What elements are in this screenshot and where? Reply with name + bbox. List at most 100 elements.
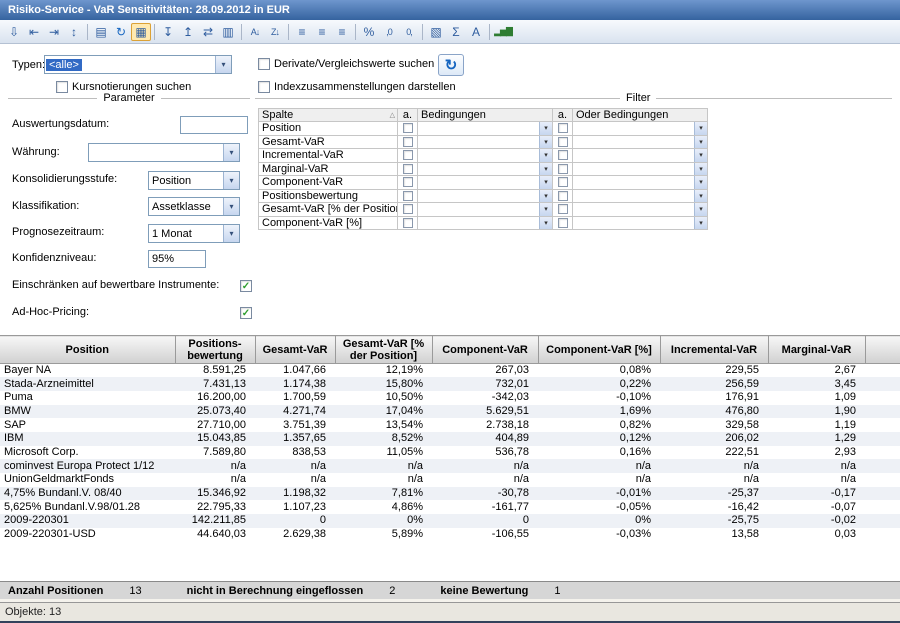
filter-oder-select[interactable]: ▾ <box>573 149 708 163</box>
filter-and-checkbox[interactable] <box>398 176 418 190</box>
konsolidierungsstufe-select[interactable]: Position ▾ <box>148 171 240 190</box>
delete-row-icon[interactable]: ↥ <box>178 23 198 41</box>
percent-format-icon[interactable]: % <box>359 23 379 41</box>
filter-header-and2[interactable]: a. <box>553 108 573 122</box>
filter-oder-checkbox[interactable] <box>553 176 573 190</box>
filter-spalte-cell[interactable]: Component-VaR [%] <box>258 217 398 231</box>
waehrung-select[interactable]: ▾ <box>88 143 240 162</box>
filter-oder-select[interactable]: ▾ <box>573 217 708 231</box>
filter-oder-select[interactable]: ▾ <box>573 176 708 190</box>
titlebar[interactable]: Risiko-Service - VaR Sensitivitäten: 28.… <box>0 0 900 20</box>
table-row[interactable]: Microsoft Corp.7.589,80838,5311,05%536,7… <box>0 446 900 460</box>
filter-bedingungen-select[interactable]: ▾ <box>418 176 553 190</box>
table-row[interactable]: cominvest Europa Protect 1/12n/an/an/an/… <box>0 459 900 473</box>
table-row[interactable]: Puma16.200,001.700,5910,50%-342,03-0,10%… <box>0 391 900 405</box>
filter-spalte-cell[interactable]: Gesamt-VaR <box>258 136 398 150</box>
table-row[interactable]: BMW25.073,404.271,7417,04%5.629,511,69%4… <box>0 405 900 419</box>
filter-bedingungen-select[interactable]: ▾ <box>418 149 553 163</box>
filter-spalte-cell[interactable]: Gesamt-VaR [% der Position] <box>258 203 398 217</box>
filter-header-oder[interactable]: Oder Bedingungen <box>573 108 708 122</box>
increase-decimal-icon[interactable]: ,0 <box>379 23 399 41</box>
filter-and-checkbox[interactable] <box>398 149 418 163</box>
align-right-icon[interactable]: ≡ <box>332 23 352 41</box>
filter-spalte-cell[interactable]: Position <box>258 122 398 136</box>
adhoc-pricing-checkbox[interactable] <box>240 307 252 319</box>
decrease-decimal-icon[interactable]: 0, <box>399 23 419 41</box>
klassifikation-select[interactable]: Assetklasse ▾ <box>148 197 240 216</box>
filter-oder-select[interactable]: ▾ <box>573 163 708 177</box>
derivate-checkbox[interactable]: Derivate/Vergleichswerte suchen <box>258 58 434 70</box>
refresh-button[interactable]: ↻ <box>438 54 464 76</box>
filter-oder-checkbox[interactable] <box>553 190 573 204</box>
filter-oder-checkbox[interactable] <box>553 163 573 177</box>
filter-oder-select[interactable]: ▾ <box>573 190 708 204</box>
column-header[interactable]: Marginal-VaR <box>768 336 865 364</box>
table-row[interactable]: SAP27.710,003.751,3913,54%2.738,180,82%3… <box>0 418 900 432</box>
table-row[interactable]: 2009-220301-USD44.640,032.629,385,89%-10… <box>0 528 900 542</box>
column-header[interactable]: Gesamt-VaR <box>255 336 335 364</box>
filter-bedingungen-select[interactable]: ▾ <box>418 217 553 231</box>
filter-oder-select[interactable]: ▾ <box>573 203 708 217</box>
filter-and-checkbox[interactable] <box>398 122 418 136</box>
table-row[interactable]: Bayer NA8.591,251.047,6612,19%267,030,08… <box>0 364 900 378</box>
align-center-icon[interactable]: ≡ <box>312 23 332 41</box>
filter-oder-select[interactable]: ▾ <box>573 122 708 136</box>
filter-bedingungen-select[interactable]: ▾ <box>418 122 553 136</box>
column-header[interactable]: Component-VaR <box>432 336 538 364</box>
filter-header-bedingungen[interactable]: Bedingungen <box>418 108 553 122</box>
swap-columns-icon[interactable]: ⇄ <box>198 23 218 41</box>
filter-bedingungen-select[interactable]: ▾ <box>418 190 553 204</box>
filter-oder-checkbox[interactable] <box>553 149 573 163</box>
group-icon[interactable]: ▧ <box>426 23 446 41</box>
typen-select[interactable]: <alle> ▾ <box>44 55 232 74</box>
filter-spalte-cell[interactable]: Positionsbewertung <box>258 190 398 204</box>
filter-and-checkbox[interactable] <box>398 190 418 204</box>
filter-and-checkbox[interactable] <box>398 136 418 150</box>
filter-and-checkbox[interactable] <box>398 217 418 231</box>
filter-table-icon[interactable]: ▦ <box>131 23 151 41</box>
insert-row-icon[interactable]: ↧ <box>158 23 178 41</box>
font-icon[interactable]: A <box>466 23 486 41</box>
table-row[interactable]: 5,625% Bundanl.V.98/01.2822.795,331.107,… <box>0 500 900 514</box>
shrink-columns-icon[interactable]: ⇤ <box>24 23 44 41</box>
filter-oder-checkbox[interactable] <box>553 122 573 136</box>
layout-icon[interactable]: ▤ <box>91 23 111 41</box>
konfidenzniveau-input[interactable] <box>148 250 206 268</box>
filter-header-and1[interactable]: a. <box>398 108 418 122</box>
sort-ascending-icon[interactable]: A↓ <box>245 23 265 41</box>
table-row[interactable]: UnionGeldmarktFondsn/an/an/an/an/an/an/a <box>0 473 900 487</box>
filter-spalte-cell[interactable]: Incremental-VaR <box>258 149 398 163</box>
fit-width-icon[interactable]: ⇥ <box>44 23 64 41</box>
column-header[interactable]: Component-VaR [%] <box>538 336 660 364</box>
filter-and-checkbox[interactable] <box>398 163 418 177</box>
sort-descending-icon[interactable]: Z↓ <box>265 23 285 41</box>
export-icon[interactable]: ⇩ <box>4 23 24 41</box>
prognosezeitraum-select[interactable]: 1 Monat ▾ <box>148 224 240 243</box>
filter-oder-select[interactable]: ▾ <box>573 136 708 150</box>
filter-bedingungen-select[interactable]: ▾ <box>418 136 553 150</box>
refresh-icon[interactable]: ↻ <box>111 23 131 41</box>
column-header[interactable]: Position <box>0 336 175 364</box>
sum-icon[interactable]: Σ <box>446 23 466 41</box>
fit-height-icon[interactable]: ↕ <box>64 23 84 41</box>
column-header[interactable]: Incremental-VaR <box>660 336 768 364</box>
filter-spalte-cell[interactable]: Marginal-VaR <box>258 163 398 177</box>
table-row[interactable]: 2009-220301142.211,8500%00%-25,75-0,02 <box>0 514 900 528</box>
filter-oder-checkbox[interactable] <box>553 217 573 231</box>
filter-bedingungen-select[interactable]: ▾ <box>418 203 553 217</box>
chart-icon[interactable]: ▂▅▇ <box>493 23 513 41</box>
table-row[interactable]: IBM15.043,851.357,658,52%404,890,12%206,… <box>0 432 900 446</box>
columns-icon[interactable]: ▥ <box>218 23 238 41</box>
filter-bedingungen-select[interactable]: ▾ <box>418 163 553 177</box>
align-left-icon[interactable]: ≡ <box>292 23 312 41</box>
auswertungsdatum-input[interactable] <box>180 116 248 134</box>
filter-and-checkbox[interactable] <box>398 203 418 217</box>
column-header[interactable]: Gesamt-VaR [% der Position] <box>335 336 432 364</box>
filter-oder-checkbox[interactable] <box>553 136 573 150</box>
table-row[interactable]: Stada-Arzneimittel7.431,131.174,3815,80%… <box>0 377 900 391</box>
table-row[interactable]: 4,75% Bundanl.V. 08/4015.346,921.198,327… <box>0 487 900 501</box>
filter-spalte-cell[interactable]: Component-VaR <box>258 176 398 190</box>
column-header[interactable]: Positions-bewertung <box>175 336 255 364</box>
einschraenken-checkbox[interactable] <box>240 280 252 292</box>
filter-oder-checkbox[interactable] <box>553 203 573 217</box>
